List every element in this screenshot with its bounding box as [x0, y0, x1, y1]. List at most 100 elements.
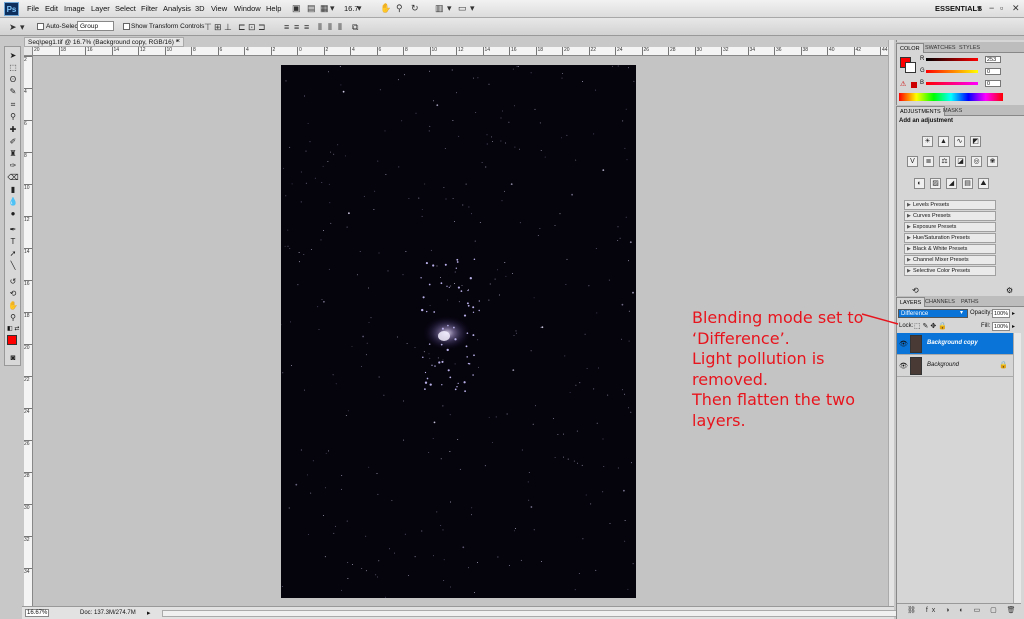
hue-saturation-icon[interactable]: ≣ [923, 156, 934, 167]
align-right-icon[interactable]: ⊐ [258, 22, 266, 33]
horizontal-scrollbar[interactable] [162, 610, 902, 617]
preset-hue-saturation[interactable]: Hue/Saturation Presets [904, 233, 996, 243]
tab-swatches[interactable]: SWATCHES [922, 43, 959, 53]
blue-slider[interactable] [926, 82, 978, 85]
image-canvas[interactable] [281, 65, 636, 598]
threshold-icon[interactable]: ◢ [946, 178, 957, 189]
adjustment-panel-menu-icon[interactable]: ⚙ [1006, 286, 1013, 295]
blur-tool-icon[interactable]: 💧 [7, 197, 19, 207]
type-tool-icon[interactable]: T [7, 237, 19, 247]
menu-layer[interactable]: Layer [91, 4, 110, 13]
tab-layers[interactable]: LAYERS [896, 297, 926, 307]
screen-mode-dropdown-icon[interactable]: ▾ [470, 3, 475, 14]
align-left-icon[interactable]: ⊏ [238, 22, 246, 33]
preset-levels[interactable]: Levels Presets [904, 200, 996, 210]
layers-footer-buttons[interactable]: ⛓ fx ◑ ◐ ▭ ▢ 🗑 [897, 603, 1021, 617]
gradient-tool-icon[interactable]: ▮ [7, 185, 19, 195]
align-hcenter-icon[interactable]: ⊡ [248, 22, 256, 33]
menu-analysis[interactable]: Analysis [163, 4, 191, 13]
3d-camera-tool-icon[interactable]: ⟲ [7, 289, 19, 299]
exposure-icon[interactable]: ◩ [970, 136, 981, 147]
menu-select[interactable]: Select [115, 4, 136, 13]
brightness-contrast-icon[interactable]: ☀ [922, 136, 933, 147]
invert-icon[interactable]: ◐ [914, 178, 925, 189]
menu-filter[interactable]: Filter [141, 4, 158, 13]
status-menu-arrow-icon[interactable]: ▸ [147, 609, 151, 617]
distribute-top-icon[interactable]: ≡ [284, 22, 289, 32]
tab-channels[interactable]: CHANNELS [922, 297, 958, 307]
grid-icon[interactable]: ▦ [320, 3, 329, 14]
color-panel-background[interactable] [905, 62, 916, 73]
fill-field[interactable]: 100% [992, 322, 1010, 331]
lock-icons[interactable]: ⬚ ✎ ✥ 🔒 [914, 322, 947, 330]
menu-view[interactable]: View [211, 4, 227, 13]
healing-brush-tool-icon[interactable]: ✚ [7, 125, 19, 135]
zoom-tool-icon[interactable]: ⚲ [7, 313, 19, 323]
posterize-icon[interactable]: ▨ [930, 178, 941, 189]
eyedropper-tool-icon[interactable]: ⚲ [7, 112, 19, 122]
curves-icon[interactable]: ∿ [954, 136, 965, 147]
gradient-map-icon[interactable]: ▤ [962, 178, 973, 189]
rotate-view-icon[interactable]: ↻ [411, 3, 419, 14]
opacity-slider-arrow-icon[interactable]: ▸ [1012, 310, 1015, 317]
preset-exposure[interactable]: Exposure Presets [904, 222, 996, 232]
photo-filter-icon[interactable]: ◎ [971, 156, 982, 167]
green-slider[interactable] [926, 70, 978, 73]
visibility-eye-icon[interactable]: 👁 [899, 362, 908, 370]
workspace-switcher[interactable]: ESSENTIALS [935, 4, 982, 13]
tab-adjustments[interactable]: ADJUSTMENTS [896, 106, 945, 116]
tab-masks[interactable]: MASKS [940, 106, 965, 116]
tab-styles[interactable]: STYLES [956, 43, 983, 53]
pen-tool-icon[interactable]: ✒ [7, 225, 19, 235]
distribute-bottom-icon[interactable]: ≡ [304, 22, 309, 32]
brush-tool-icon[interactable]: ✐ [7, 137, 19, 147]
marquee-tool-icon[interactable]: ⬚ [7, 63, 19, 73]
red-value-field[interactable]: 253 [985, 56, 1001, 63]
history-brush-tool-icon[interactable]: ✑ [7, 161, 19, 171]
tool-preset-dropdown-icon[interactable]: ▾ [20, 22, 25, 33]
zoom-percentage-field[interactable]: 16.67% [25, 609, 49, 617]
selective-color-icon[interactable]: ⛰ [978, 178, 989, 189]
menu-3d[interactable]: 3D [195, 4, 205, 13]
align-bottom-icon[interactable]: ⊥ [224, 22, 232, 33]
menu-edit[interactable]: Edit [45, 4, 58, 13]
path-selection-tool-icon[interactable]: ➚ [7, 249, 19, 259]
move-tool-icon[interactable]: ➤ [7, 51, 19, 61]
screen-mode-icon[interactable]: ▭ [458, 3, 467, 14]
tab-paths[interactable]: PATHS [958, 297, 982, 307]
lasso-tool-icon[interactable]: ʘ [7, 75, 19, 85]
align-vcenter-icon[interactable]: ⊞ [214, 22, 222, 33]
minimize-icon[interactable]: − [989, 3, 994, 13]
quick-mask-icon[interactable]: ◙ [7, 353, 19, 363]
document-tab[interactable]: Seq\peg1.tif @ 16.7% (Background copy, R… [24, 37, 184, 47]
dodge-tool-icon[interactable]: ● [7, 209, 19, 219]
ruler-origin[interactable] [24, 47, 33, 56]
mini-bridge-icon[interactable]: ▤ [307, 3, 316, 14]
layers-scrollbar[interactable] [1013, 333, 1021, 603]
auto-select-dropdown[interactable]: Group [77, 21, 114, 31]
clip-to-layer-icon[interactable]: ⟲ [912, 286, 919, 295]
3d-rotate-tool-icon[interactable]: ↺ [7, 277, 19, 287]
restore-icon[interactable]: ▫ [1000, 3, 1003, 13]
arrange-documents-icon[interactable]: ▥ [435, 3, 444, 14]
red-slider[interactable] [926, 58, 978, 61]
menu-help[interactable]: Help [266, 4, 281, 13]
arrange-dropdown-icon[interactable]: ▾ [447, 3, 452, 14]
align-top-icon[interactable]: ⊤ [204, 22, 212, 33]
auto-select-checkbox[interactable] [37, 23, 44, 30]
opacity-field[interactable]: 100% [992, 309, 1010, 318]
gamut-warning-icon[interactable]: ⚠ [900, 80, 906, 88]
distribute-right-icon[interactable]: ⦀ [338, 22, 342, 33]
distribute-vcenter-icon[interactable]: ≡ [294, 22, 299, 32]
levels-icon[interactable]: ▲ [938, 136, 949, 147]
layer-background[interactable]: 👁 Background 🔒 [897, 355, 1013, 377]
color-spectrum-bar[interactable] [899, 93, 1003, 101]
blue-value-field[interactable]: 0 [985, 80, 1001, 87]
document-tab-close-icon[interactable]: × [176, 38, 180, 45]
gamut-swatch[interactable] [911, 82, 917, 88]
show-transform-checkbox[interactable] [123, 23, 130, 30]
close-icon[interactable]: ✕ [1012, 3, 1020, 14]
tab-color[interactable]: COLOR [896, 43, 924, 53]
quick-select-tool-icon[interactable]: ✎ [7, 87, 19, 97]
menu-file[interactable]: File [27, 4, 39, 13]
